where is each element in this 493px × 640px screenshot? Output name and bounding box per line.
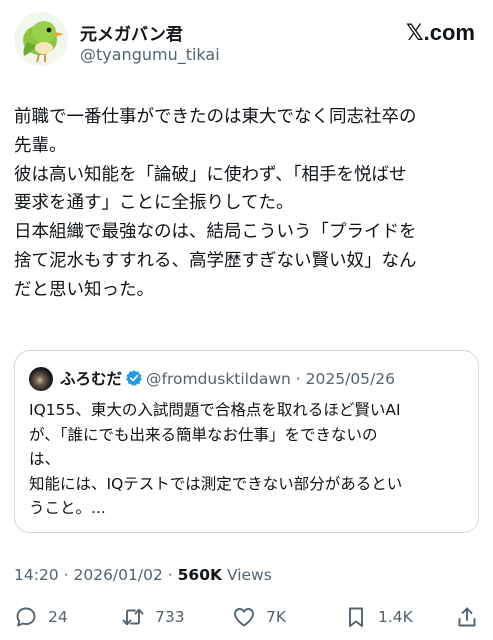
author-avatar[interactable] [14, 12, 68, 66]
retweet-icon [122, 608, 144, 626]
quoted-text-line: IQ155、東大の入試問題で合格点を取れるほど賢いAI [29, 401, 401, 419]
meta-separator: · [63, 566, 69, 584]
views-count: 560K [177, 566, 223, 584]
reply-button[interactable]: 24 [14, 603, 68, 631]
tweet-text-line: 要求を通す」ことに全振りしてた。 [14, 193, 294, 214]
quoted-tweet-date: 2025/05/26 [305, 370, 395, 388]
bookmark-icon [349, 607, 363, 627]
bookmark-count: 1.4K [378, 608, 413, 626]
quoted-meta-separator: · [295, 370, 301, 388]
tweet-header: 元メガバン君 @tyangumu_tikai 𝕏.com [14, 12, 479, 72]
share-icon [458, 607, 476, 627]
tweet-text-line: 先輩。 [14, 135, 67, 156]
quoted-tweet-text: IQ155、東大の入試問題で合格点を取れるほど賢いAI が、「誰にでも出来る簡単… [29, 398, 469, 521]
retweet-count: 733 [155, 608, 185, 626]
quoted-text-line: が、「誰にでも出来る簡単なお仕事」をできないの [29, 425, 378, 444]
quoted-text-line: うこと。... [29, 499, 106, 517]
quoted-author-avatar [29, 367, 53, 391]
x-logo: 𝕏.com [405, 20, 475, 45]
tweet-text-line: 捨て泥水もすすれる、高学歴すぎない賢い奴」なん [14, 250, 417, 271]
tweet-text-line: 彼は高い知能を「論破」に使わず、「相手を悦ばせ [14, 164, 407, 185]
quoted-tweet-header: ふろむだ @fromdusktildawn · 2025/05/26 [60, 369, 395, 389]
tweet-meta-row: 14:20 · 2026/01/02 · 560K Views [14, 566, 272, 584]
views-label: Views [226, 566, 272, 584]
tweet-text: 前職で一番仕事ができたのは東大でなく同志社卒の 先輩。 彼は高い知能を「論破」に… [14, 103, 482, 305]
quoted-text-line: 知能には、IQテストでは測定できない部分があるとい [29, 474, 403, 493]
verified-badge-icon [126, 370, 142, 386]
tweet-time[interactable]: 14:20 [14, 566, 59, 584]
quoted-author-name: ふろむだ [60, 370, 123, 388]
author-handle[interactable]: @tyangumu_tikai [80, 45, 220, 64]
tweet-actions: 24 733 7K 1.4K [14, 603, 479, 631]
green-bird-icon [23, 21, 64, 63]
quoted-tweet-card[interactable]: ふろむだ @fromdusktildawn · 2025/05/26 IQ155、… [14, 350, 479, 533]
like-button[interactable]: 7K [232, 603, 286, 631]
quoted-author-handle: @fromdusktildawn [146, 370, 291, 388]
quoted-text-line: は、 [29, 450, 61, 468]
author-display-name[interactable]: 元メガバン君 [80, 20, 183, 45]
tweet-text-line: 日本組織で最強なのは、結局こういう「プライドを [14, 222, 417, 243]
reply-count: 24 [48, 608, 68, 626]
heart-icon [234, 608, 254, 627]
bookmark-button[interactable]: 1.4K [344, 603, 413, 631]
share-button[interactable] [455, 603, 479, 631]
retweet-button[interactable]: 733 [121, 603, 185, 631]
reply-icon [16, 607, 36, 627]
tweet-text-line: だと思い知った。 [14, 279, 154, 300]
like-count: 7K [266, 608, 287, 626]
meta-separator: · [167, 566, 173, 584]
tweet-date[interactable]: 2026/01/02 [73, 566, 162, 584]
tweet-text-line: 前職で一番仕事ができたのは東大でなく同志社卒の [14, 107, 417, 127]
